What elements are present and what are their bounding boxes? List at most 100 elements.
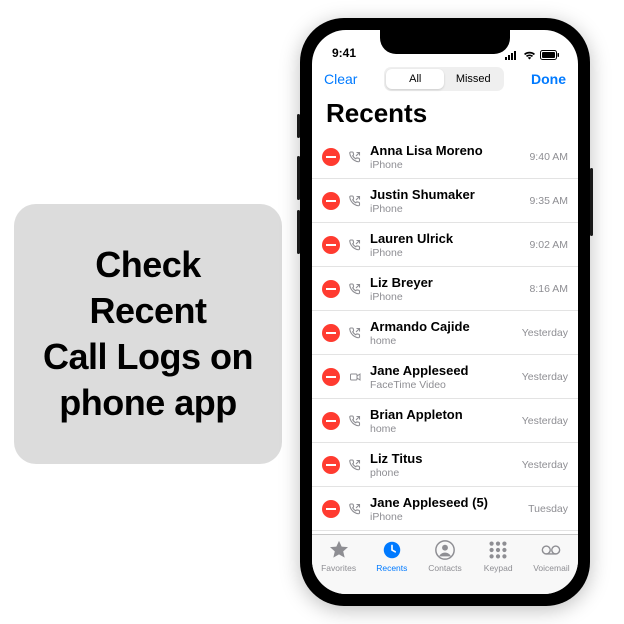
call-time: Yesterday [522, 415, 568, 427]
call-source: FaceTime Video [370, 379, 518, 391]
call-row[interactable]: Jane Appleseed (2)FaceTime VideoTuesday [312, 531, 578, 534]
tab-label: Contacts [428, 563, 462, 573]
phone-outgoing-icon [348, 459, 362, 471]
tab-label: Favorites [321, 563, 356, 573]
caller-name: Brian Appleton [370, 407, 518, 422]
caller-name: Anna Lisa Moreno [370, 143, 525, 158]
phone-outgoing-icon [348, 503, 362, 515]
tab-label: Voicemail [533, 563, 569, 573]
delete-button[interactable] [322, 324, 340, 342]
power-button [590, 168, 593, 236]
phone-outgoing-icon [348, 195, 362, 207]
delete-button[interactable] [322, 236, 340, 254]
call-time: 9:02 AM [529, 239, 568, 251]
call-source: iPhone [370, 291, 525, 303]
tab-keypad[interactable]: Keypad [472, 539, 525, 594]
call-time: 9:35 AM [529, 195, 568, 207]
call-source: phone [370, 467, 518, 479]
call-time: Yesterday [522, 371, 568, 383]
delete-button[interactable] [322, 500, 340, 518]
volume-up-button [297, 156, 300, 200]
delete-button[interactable] [322, 192, 340, 210]
call-row[interactable]: Liz Titusphone Yesterday [312, 443, 578, 487]
call-row[interactable]: Brian Appletonhome Yesterday [312, 399, 578, 443]
call-time: Yesterday [522, 459, 568, 471]
delete-button[interactable] [322, 412, 340, 430]
tab-contacts[interactable]: Contacts [418, 539, 471, 594]
segment-missed[interactable]: Missed [444, 69, 502, 89]
call-info: Lauren UlrickiPhone [370, 231, 525, 259]
caption-box: CheckRecentCall Logs onphone app [14, 204, 282, 464]
call-source: iPhone [370, 159, 525, 171]
call-time: 8:16 AM [529, 283, 568, 295]
notch [380, 30, 510, 54]
caller-name: Jane Appleseed [370, 363, 518, 378]
status-indicators [505, 50, 560, 60]
phone-outgoing-icon [348, 151, 362, 163]
call-row[interactable]: Armando Cajidehome Yesterday [312, 311, 578, 355]
call-info: Armando Cajidehome [370, 319, 518, 347]
call-time: Yesterday [522, 327, 568, 339]
mute-switch [297, 114, 300, 138]
filter-segmented-control[interactable]: All Missed [384, 67, 504, 91]
call-info: Jane AppleseedFaceTime Video [370, 363, 518, 391]
call-row[interactable]: Liz BreyeriPhone 8:16 AM [312, 267, 578, 311]
call-info: Brian Appletonhome [370, 407, 518, 435]
phone-outgoing-icon [348, 415, 362, 427]
screen: 9:41 Clear All Missed Done Recents Anna … [312, 30, 578, 594]
recents-icon [381, 539, 403, 561]
status-time: 9:41 [332, 46, 356, 60]
phone-outgoing-icon [348, 327, 362, 339]
caller-name: Liz Breyer [370, 275, 525, 290]
caller-name: Jane Appleseed (5) [370, 495, 524, 510]
tab-favorites[interactable]: Favorites [312, 539, 365, 594]
call-row[interactable]: Jane AppleseedFaceTime Video Yesterday [312, 355, 578, 399]
clear-button[interactable]: Clear [324, 71, 357, 87]
caller-name: Lauren Ulrick [370, 231, 525, 246]
volume-down-button [297, 210, 300, 254]
caller-name: Justin Shumaker [370, 187, 525, 202]
call-info: Jane Appleseed (5)iPhone [370, 495, 524, 523]
video-icon [348, 371, 362, 383]
tab-bar: Favorites Recents Contacts Keypad Voicemail [312, 534, 578, 594]
tab-voicemail[interactable]: Voicemail [525, 539, 578, 594]
caption-text: CheckRecentCall Logs onphone app [43, 242, 253, 426]
delete-button[interactable] [322, 280, 340, 298]
call-info: Liz BreyeriPhone [370, 275, 525, 303]
keypad-icon [487, 539, 509, 561]
segment-all[interactable]: All [386, 69, 444, 89]
done-button[interactable]: Done [531, 71, 566, 87]
wifi-icon [523, 50, 536, 60]
phone-frame: 9:41 Clear All Missed Done Recents Anna … [300, 18, 590, 606]
phone-outgoing-icon [348, 283, 362, 295]
delete-button[interactable] [322, 148, 340, 166]
call-source: home [370, 423, 518, 435]
page-title: Recents [312, 96, 578, 135]
delete-button[interactable] [322, 368, 340, 386]
delete-button[interactable] [322, 456, 340, 474]
recents-list[interactable]: Anna Lisa MorenoiPhone9:40 AMJustin Shum… [312, 135, 578, 534]
caller-name: Liz Titus [370, 451, 518, 466]
call-row[interactable]: Lauren UlrickiPhone 9:02 AM [312, 223, 578, 267]
nav-bar: Clear All Missed Done [312, 62, 578, 96]
call-info: Anna Lisa MorenoiPhone [370, 143, 525, 171]
tab-label: Recents [376, 563, 407, 573]
call-row[interactable]: Anna Lisa MorenoiPhone 9:40 AM [312, 135, 578, 179]
voicemail-icon [540, 539, 562, 561]
favorites-icon [328, 539, 350, 561]
call-time: 9:40 AM [529, 151, 568, 163]
battery-icon [540, 50, 560, 60]
call-source: iPhone [370, 247, 525, 259]
contacts-icon [434, 539, 456, 561]
call-row[interactable]: Jane Appleseed (5)iPhone Tuesday [312, 487, 578, 531]
call-source: home [370, 335, 518, 347]
cellular-icon [505, 50, 519, 60]
call-time: Tuesday [528, 503, 568, 515]
tab-label: Keypad [484, 563, 513, 573]
call-source: iPhone [370, 203, 525, 215]
call-info: Liz Titusphone [370, 451, 518, 479]
tab-recents[interactable]: Recents [365, 539, 418, 594]
call-info: Justin ShumakeriPhone [370, 187, 525, 215]
call-row[interactable]: Justin ShumakeriPhone 9:35 AM [312, 179, 578, 223]
caller-name: Armando Cajide [370, 319, 518, 334]
